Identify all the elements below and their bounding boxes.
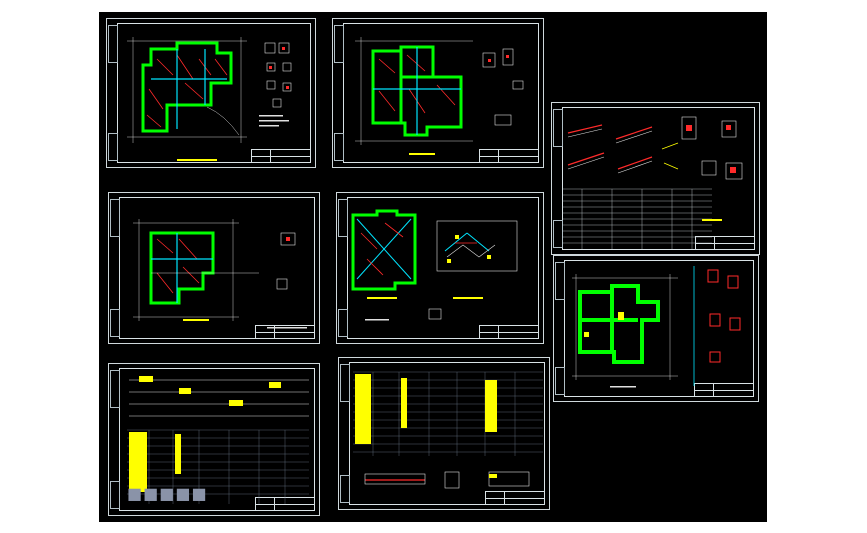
plan-graphic [127, 37, 292, 161]
drawing-sheet-foundation-plan[interactable] [106, 18, 316, 168]
drawing-sheet-floor-plan-1[interactable] [332, 18, 544, 168]
drawing-sheet-beam-details[interactable] [551, 102, 760, 255]
plan-graphic [133, 219, 307, 329]
drawing-sheet-floor-plan-2[interactable] [108, 192, 320, 344]
plan-graphic [572, 266, 741, 388]
cad-drawing-canvas[interactable]: ■■■■■ [99, 12, 767, 522]
drawing-sheet-schedule-2[interactable] [338, 357, 550, 510]
watermark: ■■■■■ [127, 484, 208, 503]
detail-graphic [562, 116, 743, 249]
plan-graphic [355, 37, 524, 155]
drawing-sheet-column-plan[interactable] [553, 255, 759, 402]
drawing-sheet-roof-plan[interactable] [336, 192, 544, 344]
schedule-graphic [353, 371, 543, 489]
plan-graphic [351, 209, 518, 321]
